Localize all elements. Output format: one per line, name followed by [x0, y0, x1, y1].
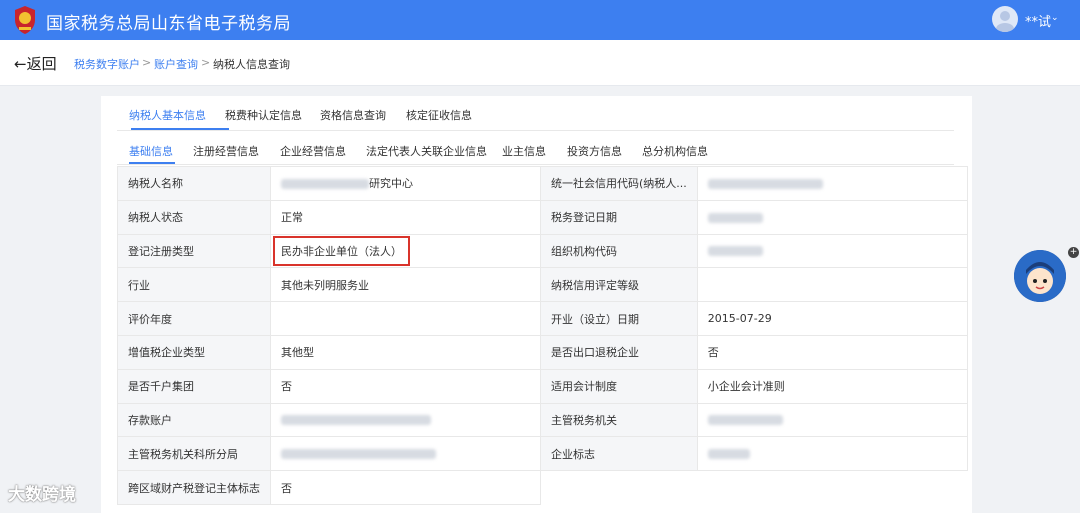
breadcrumb-separator: > — [142, 56, 152, 69]
active-tab-indicator — [131, 128, 229, 130]
field-value: 否 — [696, 334, 968, 370]
field-label: 纳税信用评定等级 — [540, 267, 698, 303]
tab-basic-info[interactable]: 基础信息 — [129, 143, 173, 159]
field-label: 是否出口退税企业 — [540, 334, 698, 370]
field-value — [696, 402, 968, 438]
table-row: 纳税人状态 正常 税务登记日期 — [117, 199, 968, 235]
secondary-tabs: 基础信息 注册经营信息 企业经营信息 法定代表人关联企业信息 业主信息 投资方信… — [117, 131, 954, 165]
table-row: 增值税企业类型 其他型 是否出口退税企业 否 — [117, 334, 968, 370]
user-icon — [996, 11, 1014, 32]
app-title: 国家税务总局山东省电子税务局 — [46, 14, 291, 34]
highlighted-value: 民办非企业单位（法人） — [273, 235, 410, 266]
tax-emblem-icon — [15, 6, 35, 34]
user-name[interactable]: **试 — [1025, 11, 1051, 30]
field-value: 研究中心 — [270, 166, 541, 201]
field-label: 行业 — [117, 267, 271, 303]
field-value — [270, 301, 541, 336]
redacted-text — [707, 415, 783, 426]
redacted-text — [707, 178, 823, 189]
tab-branch-info[interactable]: 总分机构信息 — [642, 143, 708, 159]
field-label: 适用会计制度 — [540, 368, 698, 404]
redacted-text — [707, 449, 750, 460]
field-label: 存款账户 — [117, 402, 271, 438]
field-label: 增值税企业类型 — [117, 334, 271, 370]
table-row: 行业 其他未列明服务业 纳税信用评定等级 — [117, 267, 968, 303]
breadcrumb-item-current: 纳税人信息查询 — [213, 58, 290, 71]
field-label: 跨区域财产税登记主体标志 — [117, 470, 271, 505]
breadcrumb-item-digital-account[interactable]: 税务数字账户 — [74, 56, 140, 72]
field-label: 主管税务机关 — [540, 402, 698, 438]
breadcrumb-item-account-query[interactable]: 账户查询 — [154, 56, 198, 72]
breadcrumb-separator: > — [201, 56, 211, 69]
redacted-text — [281, 449, 436, 460]
field-value: 其他型 — [270, 334, 541, 370]
redacted-text — [281, 179, 369, 190]
field-value: 小企业会计准则 — [696, 368, 968, 404]
redacted-text — [281, 415, 431, 426]
table-row: 存款账户 主管税务机关 — [117, 402, 968, 438]
field-value: 其他未列明服务业 — [270, 267, 541, 303]
tab-business-operation[interactable]: 企业经营信息 — [280, 143, 346, 159]
tab-registration-info[interactable]: 注册经营信息 — [193, 143, 259, 159]
app-header: 国家税务总局山东省电子税务局 **试 ⌄ — [0, 0, 1080, 40]
basic-info-table: 纳税人名称 研究中心 统一社会信用代码(纳税人... 纳税人状态 正常 税务登记… — [117, 166, 968, 505]
tab-legal-rep-related[interactable]: 法定代表人关联企业信息 — [366, 143, 487, 159]
field-label: 纳税人名称 — [117, 166, 271, 201]
table-row: 评价年度 开业（设立）日期 2015-07-29 — [117, 301, 968, 336]
tab-taxpayer-basic-info[interactable]: 纳税人基本信息 — [129, 107, 206, 123]
field-label: 企业标志 — [540, 436, 698, 472]
table-row: 跨区域财产税登记主体标志 否 — [117, 470, 968, 505]
field-value — [696, 166, 968, 201]
field-label: 组织机构代码 — [540, 233, 698, 269]
field-value: 民办非企业单位（法人） — [270, 233, 541, 269]
field-value: 2015-07-29 — [696, 301, 968, 336]
chevron-down-icon[interactable]: ⌄ — [1051, 13, 1059, 23]
tab-qualification-query[interactable]: 资格信息查询 — [320, 107, 386, 123]
interaction-mascot-widget[interactable] — [1014, 250, 1066, 302]
field-value — [696, 199, 968, 235]
field-label: 统一社会信用代码(纳税人... — [540, 166, 698, 201]
field-value — [270, 436, 541, 472]
redacted-text — [707, 212, 763, 223]
table-row: 登记注册类型 民办非企业单位（法人） 组织机构代码 — [117, 233, 968, 269]
table-row: 是否千户集团 否 适用会计制度 小企业会计准则 — [117, 368, 968, 404]
field-value — [696, 267, 968, 303]
user-avatar[interactable] — [992, 6, 1018, 32]
tab-tax-type-recognition[interactable]: 税费种认定信息 — [225, 107, 302, 123]
back-button[interactable]: ←返回 — [14, 53, 57, 74]
widget-close-button[interactable]: + — [1068, 247, 1079, 258]
active-subtab-indicator — [129, 162, 175, 164]
watermark: 大数跨境 — [8, 485, 76, 505]
field-label: 开业（设立）日期 — [540, 301, 698, 336]
field-label: 是否千户集团 — [117, 368, 271, 404]
field-value: 否 — [270, 470, 541, 505]
field-label: 评价年度 — [117, 301, 271, 336]
field-label: 登记注册类型 — [117, 233, 271, 269]
primary-tabs: 纳税人基本信息 税费种认定信息 资格信息查询 核定征收信息 — [117, 96, 954, 131]
subheader: ←返回 税务数字账户 > 账户查询 > 纳税人信息查询 — [0, 40, 1080, 86]
table-row: 纳税人名称 研究中心 统一社会信用代码(纳税人... — [117, 166, 968, 201]
table-row: 主管税务机关科所分局 企业标志 — [117, 436, 968, 472]
field-value: 正常 — [270, 199, 541, 235]
redacted-text — [707, 246, 763, 257]
tab-owner-info[interactable]: 业主信息 — [502, 143, 546, 159]
field-label: 纳税人状态 — [117, 199, 271, 235]
field-value: 否 — [270, 368, 541, 404]
field-label: 税务登记日期 — [540, 199, 698, 235]
field-value — [270, 402, 541, 438]
taxpayer-info-panel: 纳税人基本信息 税费种认定信息 资格信息查询 核定征收信息 基础信息 注册经营信… — [101, 96, 972, 513]
field-value — [696, 436, 968, 472]
field-label: 主管税务机关科所分局 — [117, 436, 271, 472]
tab-investor-info[interactable]: 投资方信息 — [567, 143, 622, 159]
field-value — [696, 233, 968, 269]
mascot-icon — [1014, 250, 1066, 302]
tab-assessed-collection[interactable]: 核定征收信息 — [406, 107, 472, 123]
